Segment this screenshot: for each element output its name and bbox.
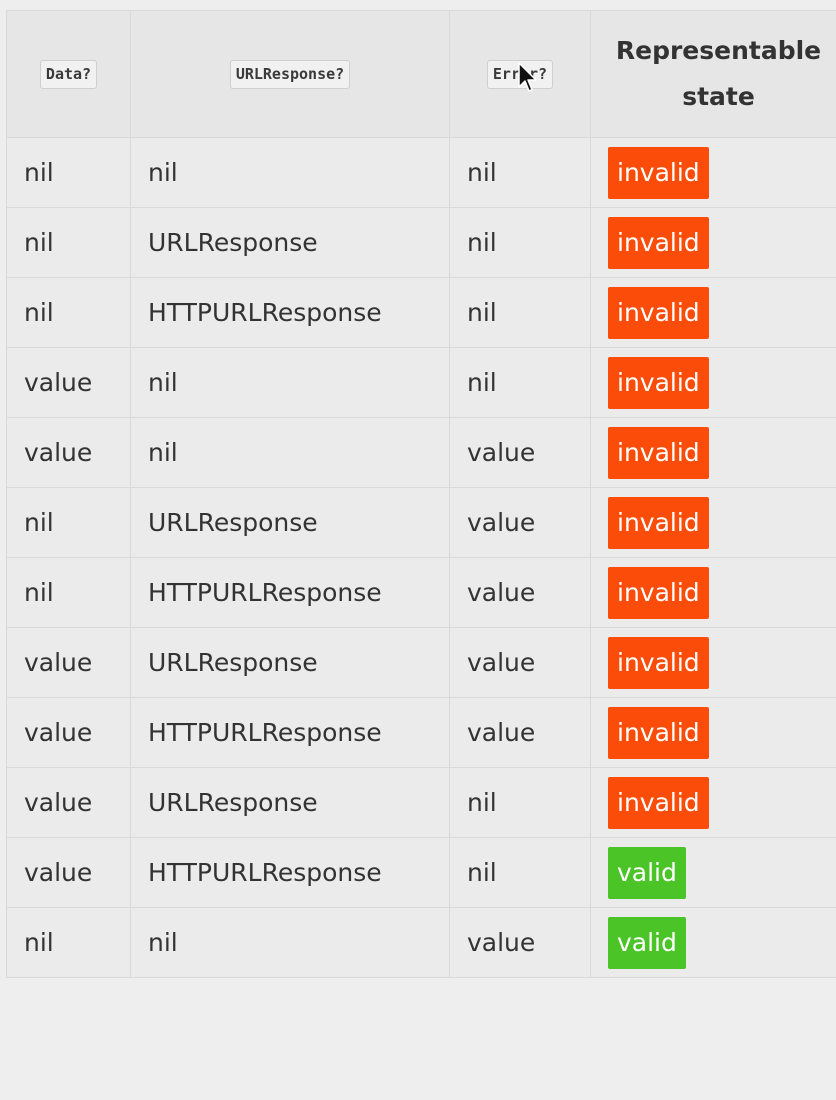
error-cell: nil bbox=[449, 207, 591, 278]
state-badge: invalid bbox=[608, 706, 709, 759]
data-column-label: Data? bbox=[39, 59, 98, 89]
urlresponse-column-label: URLResponse? bbox=[229, 59, 351, 89]
error-cell: value bbox=[449, 627, 591, 698]
data-cell: value bbox=[6, 417, 131, 488]
error-cell: value bbox=[449, 907, 591, 978]
state-badge: invalid bbox=[608, 776, 709, 829]
error-cell: nil bbox=[449, 277, 591, 348]
response-cell: HTTPURLResponse bbox=[130, 837, 450, 908]
response-cell: URLResponse bbox=[130, 767, 450, 838]
response-cell: HTTPURLResponse bbox=[130, 277, 450, 348]
state-cell: valid bbox=[590, 907, 836, 978]
state-cell: invalid bbox=[590, 767, 836, 838]
data-cell: value bbox=[6, 347, 131, 418]
state-badge: invalid bbox=[608, 566, 709, 619]
state-cell: invalid bbox=[590, 417, 836, 488]
response-cell: URLResponse bbox=[130, 487, 450, 558]
state-cell: invalid bbox=[590, 277, 836, 348]
table-row: nil URLResponse value invalid bbox=[6, 487, 836, 558]
table-header: Data? URLResponse? Error? Representable … bbox=[6, 10, 836, 138]
error-cell: nil bbox=[449, 347, 591, 418]
table-row: nil HTTPURLResponse value invalid bbox=[6, 557, 836, 628]
header-representable-state: Representable state bbox=[590, 10, 836, 138]
header-row: Data? URLResponse? Error? Representable … bbox=[6, 10, 836, 138]
state-badge: invalid bbox=[608, 636, 709, 689]
table-row: value HTTPURLResponse value invalid bbox=[6, 697, 836, 768]
state-column-label: Representable state bbox=[615, 36, 822, 111]
error-cell: value bbox=[449, 487, 591, 558]
data-cell: nil bbox=[6, 207, 131, 278]
mouse-pointer-icon bbox=[518, 62, 537, 92]
state-cell: invalid bbox=[590, 487, 836, 558]
data-cell: nil bbox=[6, 487, 131, 558]
response-cell: nil bbox=[130, 907, 450, 978]
table-row: value nil value invalid bbox=[6, 417, 836, 488]
response-cell: URLResponse bbox=[130, 207, 450, 278]
data-cell: value bbox=[6, 697, 131, 768]
table-row: value URLResponse nil invalid bbox=[6, 767, 836, 838]
state-badge: invalid bbox=[608, 146, 709, 199]
state-badge: valid bbox=[608, 916, 686, 969]
error-cell: nil bbox=[449, 837, 591, 908]
table-row: nil URLResponse nil invalid bbox=[6, 207, 836, 278]
data-cell: value bbox=[6, 627, 131, 698]
error-cell: nil bbox=[449, 767, 591, 838]
response-cell: URLResponse bbox=[130, 627, 450, 698]
state-table-container: Data? URLResponse? Error? Representable … bbox=[6, 10, 836, 978]
state-cell: invalid bbox=[590, 697, 836, 768]
table-row: value URLResponse value invalid bbox=[6, 627, 836, 698]
header-urlresponse: URLResponse? bbox=[130, 10, 450, 138]
data-cell: nil bbox=[6, 277, 131, 348]
table-row: nil HTTPURLResponse nil invalid bbox=[6, 277, 836, 348]
state-badge: invalid bbox=[608, 496, 709, 549]
table-row: value HTTPURLResponse nil valid bbox=[6, 837, 836, 908]
response-cell: nil bbox=[130, 137, 450, 208]
state-cell: invalid bbox=[590, 627, 836, 698]
data-cell: nil bbox=[6, 137, 131, 208]
state-cell: invalid bbox=[590, 557, 836, 628]
error-cell: nil bbox=[449, 137, 591, 208]
response-cell: HTTPURLResponse bbox=[130, 557, 450, 628]
state-badge: invalid bbox=[608, 426, 709, 479]
table-body: nil nil nil invalid nil URLResponse nil … bbox=[6, 137, 836, 978]
table-row: nil nil value valid bbox=[6, 907, 836, 978]
state-cell: invalid bbox=[590, 347, 836, 418]
error-cell: value bbox=[449, 557, 591, 628]
error-cell: value bbox=[449, 417, 591, 488]
representable-state-table: Data? URLResponse? Error? Representable … bbox=[6, 10, 836, 978]
state-badge: valid bbox=[608, 846, 686, 899]
header-data: Data? bbox=[6, 10, 131, 138]
data-cell: nil bbox=[6, 907, 131, 978]
state-cell: valid bbox=[590, 837, 836, 908]
table-row: value nil nil invalid bbox=[6, 347, 836, 418]
error-cell: value bbox=[449, 697, 591, 768]
state-badge: invalid bbox=[608, 216, 709, 269]
table-row: nil nil nil invalid bbox=[6, 137, 836, 208]
state-cell: invalid bbox=[590, 207, 836, 278]
state-badge: invalid bbox=[608, 356, 709, 409]
data-cell: value bbox=[6, 837, 131, 908]
response-cell: nil bbox=[130, 347, 450, 418]
data-cell: nil bbox=[6, 557, 131, 628]
state-badge: invalid bbox=[608, 286, 709, 339]
data-cell: value bbox=[6, 767, 131, 838]
response-cell: nil bbox=[130, 417, 450, 488]
response-cell: HTTPURLResponse bbox=[130, 697, 450, 768]
state-cell: invalid bbox=[590, 137, 836, 208]
